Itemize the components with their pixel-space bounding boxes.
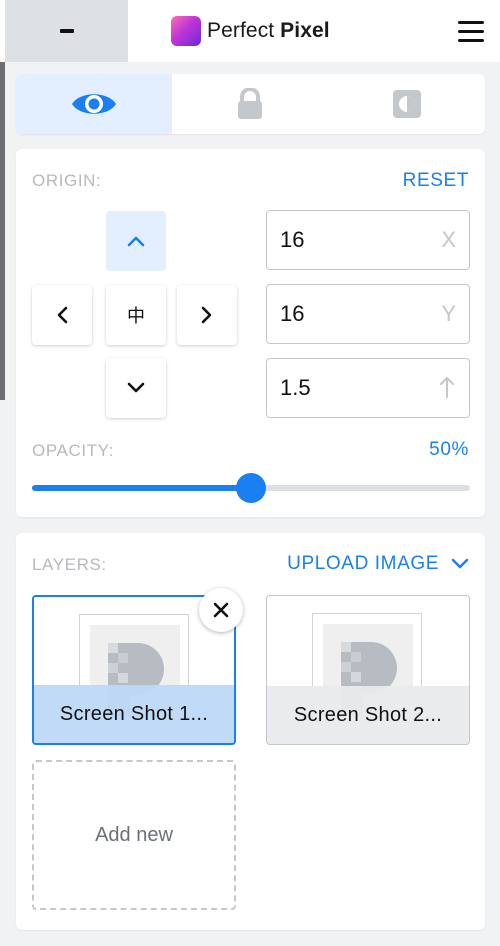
brand: Perfect Pixel [171,16,330,46]
layers-label: LAYERS: [32,555,107,574]
brand-logo-icon [171,16,201,46]
x-suffix: X [441,227,456,252]
move-up-button[interactable] [106,211,166,271]
opacity-slider-fill [32,485,251,491]
app-header: Perfect Pixel [0,0,500,62]
y-field: Y [266,284,470,344]
move-right-button[interactable] [177,285,237,345]
remove-layer-button[interactable] [199,588,243,632]
brand-name: Perfect Pixel [207,19,330,43]
mode-tabs [16,74,485,134]
add-layer-label: Add new [95,823,173,846]
chevron-down-icon [451,558,469,569]
center-icon: 中 [127,306,145,326]
center-button[interactable]: 中 [106,285,166,345]
opacity-value: 50% [429,439,469,460]
y-suffix: Y [441,301,456,326]
layer-caption: Screen Shot 2... [267,686,469,744]
menu-button[interactable] [458,20,486,44]
origin-label: ORIGIN: [32,171,102,190]
upload-image-button[interactable]: UPLOAD IMAGE [287,553,469,575]
layer-caption: Screen Shot 1... [34,685,234,743]
chevron-down-icon [127,382,145,393]
move-left-button[interactable] [32,285,92,345]
chevron-left-icon [57,306,68,324]
brand-name-bold: Pixel [280,19,330,42]
reset-button[interactable]: RESET [403,170,469,192]
chevron-right-icon [201,306,212,324]
collapse-button[interactable] [5,0,128,62]
x-field: X [266,210,470,270]
layers-panel: LAYERS: UPLOAD IMAGE Screen Shot 1... Sc… [16,533,485,930]
upload-image-label: UPLOAD IMAGE [287,553,439,574]
arrow-up-icon [440,377,454,398]
invert-icon [392,90,421,118]
x-input[interactable] [280,211,430,269]
lock-icon [238,88,263,119]
chevron-up-icon [127,236,145,247]
move-down-button[interactable] [106,358,166,418]
tab-visibility[interactable] [16,74,173,134]
opacity-slider[interactable] [32,473,470,503]
scale-field [266,358,470,418]
brand-name-regular: Perfect [207,19,281,42]
opacity-label: OPACITY: [32,441,114,460]
layer-tile[interactable]: Screen Shot 2... [266,595,470,745]
tab-lock[interactable] [172,74,328,134]
minus-icon [59,29,74,33]
origin-panel: ORIGIN: RESET 中 X Y OPACITY: 50% [16,149,485,517]
tab-invert[interactable] [329,74,485,134]
add-layer-button[interactable]: Add new [32,760,236,910]
opacity-slider-thumb[interactable] [236,473,266,503]
y-input[interactable] [280,285,430,343]
eye-icon [72,94,117,114]
close-icon [213,602,229,618]
scale-input[interactable] [280,359,430,417]
